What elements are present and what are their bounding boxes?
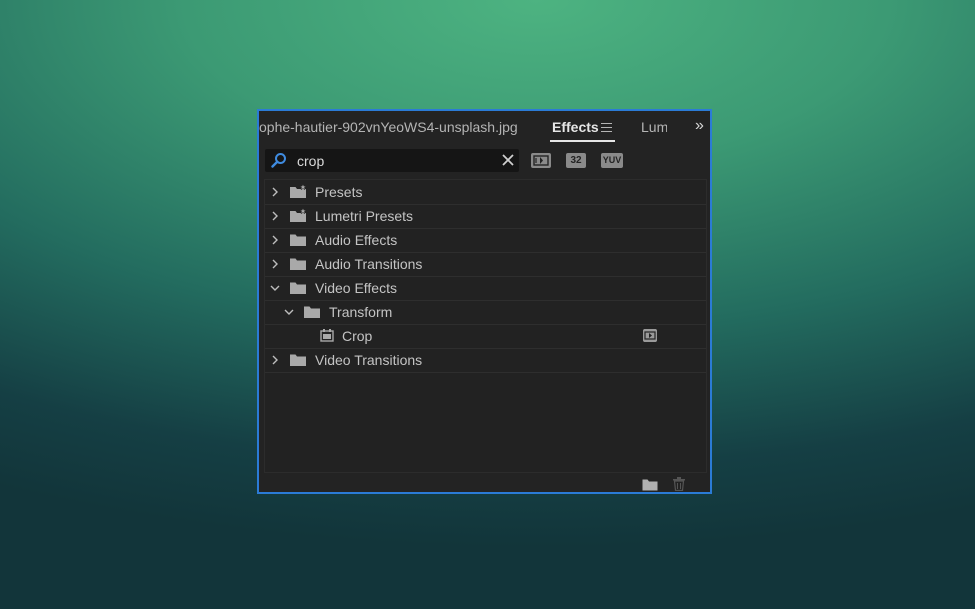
folder-icon [290,234,306,246]
preset-folder-icon [290,184,307,198]
tab-source-monitor[interactable]: ophe-hautier-902vnYeoWS4-unsplash.jpg [259,119,518,135]
tree-item-audio-transitions[interactable]: Audio Transitions [265,252,706,277]
tab-lumetri[interactable]: Lum [641,119,667,135]
search-box [265,149,519,172]
tree-item-presets[interactable]: Presets [265,180,706,205]
tree-item-audio-effects[interactable]: Audio Effects [265,228,706,253]
video-effect-icon [320,329,334,342]
clear-search-icon[interactable] [502,154,514,166]
search-icon [271,153,286,168]
tree-item-label: Audio Effects [315,232,398,248]
tree-item-lumetri-presets[interactable]: Lumetri Presets [265,204,706,229]
trash-icon[interactable] [673,477,685,491]
tree-item-label: Presets [315,184,363,200]
panel-tab-bar: ophe-hautier-902vnYeoWS4-unsplash.jpg Ef… [259,111,710,145]
accelerated-effects-icon [533,155,549,166]
active-tab-indicator [550,140,615,142]
effects-tree: Presets Lumetri Presets Audio Effects Au… [264,179,707,473]
tree-item-transform[interactable]: Transform [265,300,706,325]
folder-icon [290,258,306,270]
effects-panel: ophe-hautier-902vnYeoWS4-unsplash.jpg Ef… [257,109,712,494]
32bit-filter-button[interactable]: 32 [566,153,586,168]
chevron-down-icon[interactable] [284,307,294,317]
chevron-right-icon[interactable] [270,259,280,269]
tab-overflow-icon[interactable]: » [695,117,704,135]
new-bin-icon[interactable] [642,478,658,491]
tree-item-video-effects[interactable]: Video Effects [265,276,706,301]
yuv-filter-button[interactable]: YUV [601,153,623,168]
tree-item-video-transitions[interactable]: Video Transitions [265,348,706,373]
chevron-right-icon[interactable] [270,211,280,221]
tree-item-label: Transform [329,304,393,320]
tree-item-label: Lumetri Presets [315,208,414,224]
tree-item-crop[interactable]: Crop [265,324,706,349]
chevron-right-icon[interactable] [270,235,280,245]
preset-folder-icon [290,208,307,222]
accelerated-effects-filter-button[interactable] [531,153,551,168]
chevron-down-icon[interactable] [270,283,280,293]
folder-icon [290,354,306,366]
search-input[interactable] [297,151,487,170]
tab-effects[interactable]: Effects [552,119,599,135]
tree-item-label: Video Transitions [315,352,423,368]
chevron-right-icon[interactable] [270,187,280,197]
accelerated-effect-icon [643,329,657,342]
tree-item-label: Crop [342,328,373,344]
folder-icon [290,282,306,294]
panel-menu-icon[interactable] [601,123,612,135]
folder-icon [304,306,320,318]
tree-item-label: Video Effects [315,280,397,296]
chevron-right-icon[interactable] [270,355,280,365]
tree-item-label: Audio Transitions [315,256,423,272]
